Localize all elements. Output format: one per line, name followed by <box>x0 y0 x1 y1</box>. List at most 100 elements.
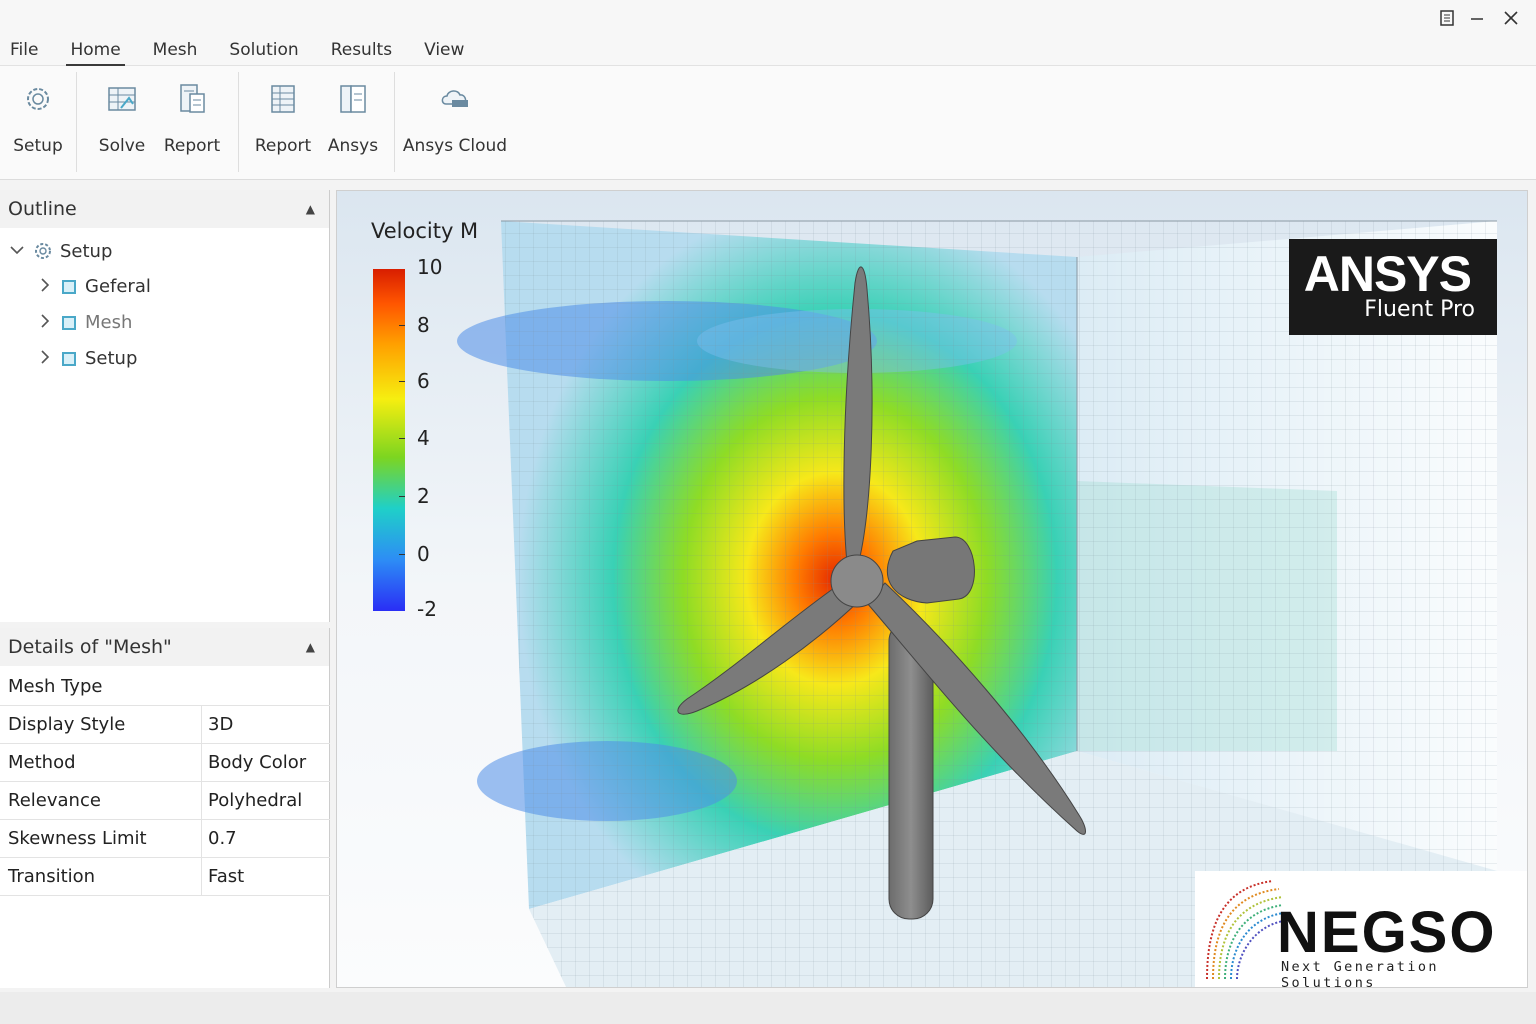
ribbon-divider <box>238 72 239 172</box>
cloud-icon <box>441 90 468 107</box>
legend-tick-mark <box>399 325 405 326</box>
node-icon <box>62 315 76 330</box>
property-value[interactable]: 0.7 <box>208 828 237 849</box>
menu-mesh[interactable]: Mesh <box>137 36 214 65</box>
details-section: Mesh Type <box>0 668 330 706</box>
property-value[interactable]: Body Color <box>208 752 306 773</box>
menu-view[interactable]: View <box>408 36 480 65</box>
outline-header: Outline ▲ <box>0 190 329 228</box>
legend-tick-mark <box>399 438 405 439</box>
chevron-down-icon[interactable] <box>10 243 32 259</box>
title-bar <box>0 0 1536 36</box>
details-header: Details of "Mesh" ▲ <box>0 628 329 666</box>
legend-tick: 6 <box>417 369 430 393</box>
turbine-hub <box>830 554 884 608</box>
ansys-cloud-button[interactable]: Ansys Cloud <box>403 70 507 170</box>
legend-tick: 10 <box>417 255 443 279</box>
chevron-right-icon[interactable] <box>40 349 62 368</box>
property-value[interactable]: 3D <box>208 714 233 735</box>
legend-tick: 0 <box>417 542 430 566</box>
column-divider <box>201 744 202 782</box>
details-row[interactable]: Display Style 3D <box>0 706 330 744</box>
minimize-button[interactable] <box>1462 6 1492 30</box>
legend-tick: 2 <box>417 484 430 508</box>
legend-tick: 4 <box>417 426 430 450</box>
ansys-label: Ansys <box>327 136 379 156</box>
legend-title: Velocity M <box>371 219 479 243</box>
property-key: Relevance <box>8 790 101 811</box>
ribbon-divider <box>76 72 77 172</box>
setup-label: Setup <box>13 136 63 156</box>
details-row[interactable]: Method Body Color <box>0 744 330 782</box>
negso-wordmark: NEGSO <box>1277 900 1497 965</box>
collapse-icon[interactable]: ▲ <box>306 640 315 654</box>
tree-label: Mesh <box>85 312 133 333</box>
gear-icon <box>35 243 51 259</box>
ribbon-group-cloud: Ansys Cloud <box>403 70 507 174</box>
negso-mark-icon <box>1206 880 1283 980</box>
tree-label: Geferal <box>85 276 151 297</box>
menu-results[interactable]: Results <box>315 36 408 65</box>
property-value[interactable]: Fast <box>208 866 244 887</box>
tree-item-mesh[interactable]: Mesh <box>40 312 132 333</box>
menu-file[interactable]: File <box>0 36 54 65</box>
negso-tagline: Next Generation Solutions <box>1281 959 1439 988</box>
legend-colorbar <box>373 269 405 611</box>
tree-item-setup-root[interactable]: Setup <box>10 240 112 262</box>
report-button[interactable]: Report <box>157 70 227 170</box>
graphics-viewport[interactable]: Velocity M 10 8 6 4 2 0 -2 ANSYS Fluent … <box>336 190 1528 988</box>
details-title: Details of "Mesh" <box>8 636 172 658</box>
details-row[interactable]: Skewness Limit 0.7 <box>0 820 330 858</box>
tree-label: Setup <box>85 348 138 369</box>
solve-icon <box>108 87 136 111</box>
close-button[interactable] <box>1496 6 1526 30</box>
report-icon <box>180 84 205 113</box>
column-divider <box>201 706 202 744</box>
ribbon-group-solve: Solve Report <box>87 70 227 174</box>
ansys-wordmark: ANSYS <box>1303 246 1472 302</box>
property-key: Transition <box>8 866 96 887</box>
menu-bar: File Home Mesh Solution Results View <box>0 36 1536 66</box>
status-bar <box>0 992 1536 1024</box>
legend-tick-mark <box>399 381 405 382</box>
ribbon-group-setup: Setup <box>3 70 73 174</box>
menu-solution[interactable]: Solution <box>213 36 314 65</box>
legend-tick-mark <box>399 496 405 497</box>
ansys-logo: ANSYS Fluent Pro <box>1289 239 1497 335</box>
details-row[interactable]: Transition Fast <box>0 858 330 896</box>
property-key: Display Style <box>8 714 126 735</box>
ribbon-toolbar: Setup Solve Report Report Ansys Ansys Cl… <box>0 66 1536 180</box>
report-table-label: Report <box>254 136 312 156</box>
details-row[interactable]: Relevance Polyhedral <box>0 782 330 820</box>
solve-label: Solve <box>98 136 146 156</box>
legend-tick-mark <box>399 554 405 555</box>
column-divider <box>201 820 202 858</box>
ansys-button[interactable]: Ansys <box>318 70 388 170</box>
setup-button[interactable]: Setup <box>3 70 73 170</box>
ribbon-divider <box>394 72 395 172</box>
gear-icon <box>27 88 49 110</box>
property-value[interactable]: Polyhedral <box>208 790 302 811</box>
negso-logo: NEGSO Next Generation Solutions <box>1195 871 1527 988</box>
property-key: Skewness Limit <box>8 828 147 849</box>
restore-icon[interactable] <box>1432 6 1462 30</box>
product-name: Fluent Pro <box>1364 297 1475 322</box>
details-panel: Details of "Mesh" ▲ Mesh Type Display St… <box>0 628 330 988</box>
column-divider <box>201 782 202 820</box>
solve-button[interactable]: Solve <box>87 70 157 170</box>
ansys-cloud-label: Ansys Cloud <box>402 136 508 156</box>
legend-tick: -2 <box>417 597 437 621</box>
ribbon-group-report: Report Ansys <box>248 70 388 174</box>
chevron-right-icon[interactable] <box>40 277 62 296</box>
collapse-icon[interactable]: ▲ <box>306 202 315 216</box>
node-icon <box>62 279 76 294</box>
tree-item-setup[interactable]: Setup <box>40 348 137 369</box>
chevron-right-icon[interactable] <box>40 313 62 332</box>
legend-tick: 8 <box>417 313 430 337</box>
table-icon <box>271 85 295 113</box>
report-table-button[interactable]: Report <box>248 70 318 170</box>
report-label: Report <box>163 136 221 156</box>
tree-item-general[interactable]: Geferal <box>40 276 151 297</box>
outline-panel: Outline ▲ Setup Geferal Mesh Setup <box>0 190 330 622</box>
menu-home[interactable]: Home <box>54 36 136 66</box>
